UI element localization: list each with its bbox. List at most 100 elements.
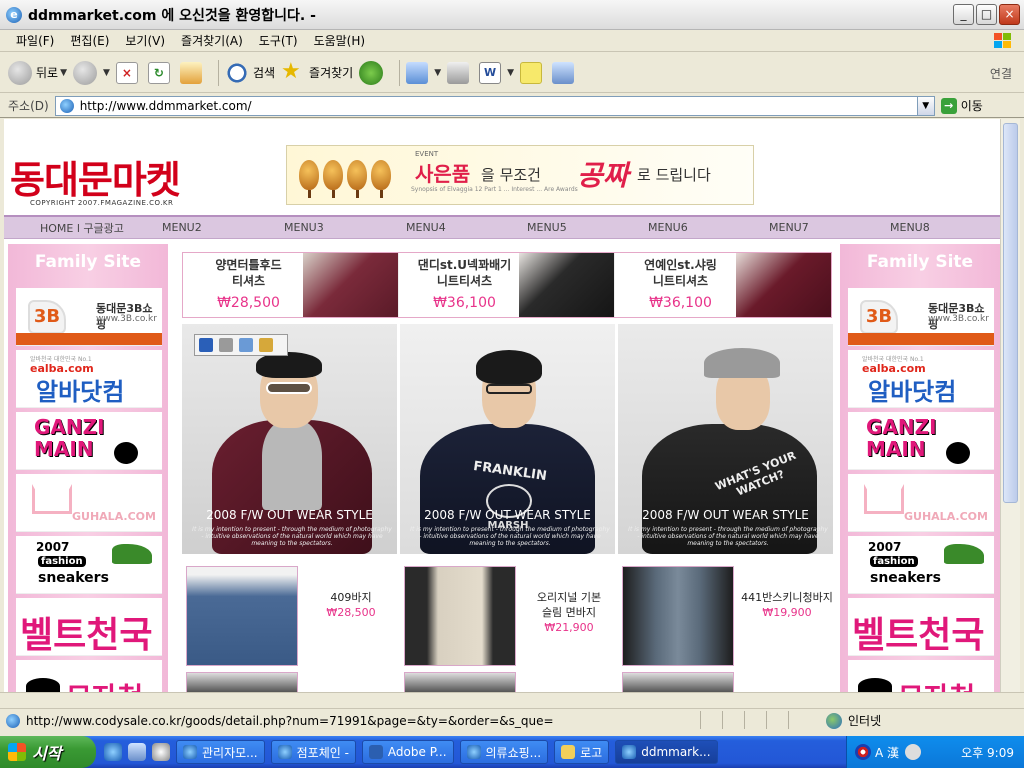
address-input[interactable]: http://www.ddmmarket.com/ ▼: [54, 95, 935, 116]
featured-product[interactable]: 연예인st.샤링 니트티셔츠 ₩36,100: [615, 253, 831, 317]
ie-quicklaunch-icon[interactable]: [104, 743, 122, 761]
ad-3b-shopping[interactable]: 3B 동대문3B쇼핑 www.3B.co.kr: [848, 288, 994, 346]
forward-dropdown-icon[interactable]: ▼: [103, 68, 110, 78]
product-photo: [404, 566, 516, 666]
mail-button[interactable]: ▼: [406, 61, 441, 84]
task-clothing[interactable]: 의류쇼핑...: [459, 740, 549, 764]
outerwear-product[interactable]: FRANKLIN MARSH 2008 F/W OUT WEAR STYLE I…: [400, 324, 615, 554]
ad-guhala-name: GUHALA.COM: [904, 510, 988, 523]
ad-ganzi[interactable]: GANZI MAIN: [16, 412, 162, 470]
ad-ganzi-name: GANZI MAIN: [34, 415, 105, 461]
close-button[interactable]: ×: [999, 4, 1020, 25]
site-logo[interactable]: 동대문마켓: [10, 149, 181, 204]
links-label[interactable]: 연결: [990, 65, 1012, 82]
product-photo[interactable]: [404, 672, 516, 692]
banner-free-text: 공짜: [577, 159, 629, 192]
nav-menu8[interactable]: MENU8: [890, 221, 930, 234]
ad-belt[interactable]: 벨트천국: [848, 598, 994, 656]
product-caption-small: It is my intention to present - through …: [628, 526, 828, 547]
edit-dropdown-icon[interactable]: ▼: [507, 68, 514, 78]
task-logo[interactable]: 로고: [554, 740, 610, 764]
product-photo: [186, 566, 298, 666]
nav-menu2[interactable]: MENU2: [162, 221, 202, 234]
nav-menu3[interactable]: MENU3: [284, 221, 324, 234]
event-banner[interactable]: EVENT 사은품 을 무조건 공짜 로 드립니다 Synopsis of El…: [286, 145, 754, 205]
scrollbar-thumb[interactable]: [1003, 123, 1018, 503]
go-button[interactable]: → 이동: [940, 97, 983, 114]
menu-view[interactable]: 보기(V): [117, 32, 173, 49]
home-button[interactable]: [179, 61, 206, 84]
history-button[interactable]: [359, 60, 387, 85]
hat-icon: [26, 678, 60, 692]
ad-alba[interactable]: 알바천국 대한민국 No.1 ealba.com 알바닷컴: [848, 350, 994, 408]
open-folder-icon[interactable]: [259, 338, 273, 352]
menu-file[interactable]: 파일(F): [8, 32, 62, 49]
window-controls: _ □ ×: [953, 4, 1020, 25]
task-ddmmarket[interactable]: ddmmark...: [615, 740, 718, 764]
site-nav: HOME l 구글광고 MENU2 MENU3 MENU4 MENU5 MENU…: [4, 215, 1000, 239]
ad-alba[interactable]: 알바천국 대한민국 No.1 ealba.com 알바닷컴: [16, 350, 162, 408]
messenger-button[interactable]: [552, 61, 578, 84]
nav-menu4[interactable]: MENU4: [406, 221, 446, 234]
tray-arrow-icon[interactable]: [905, 744, 922, 760]
media-quicklaunch-icon[interactable]: [152, 743, 170, 761]
featured-product[interactable]: 양면터틀후드 티셔츠 ₩28,500: [183, 253, 399, 317]
maximize-button[interactable]: □: [976, 4, 997, 25]
ad-3b-shopping[interactable]: 3B 동대문3B쇼핑 www.3B.co.kr: [16, 288, 162, 346]
ad-sneakers[interactable]: 2007 fashion sneakers: [848, 536, 994, 594]
pants-product[interactable]: 오리지널 기본 슬림 면바지 ₩21,900: [400, 566, 616, 666]
ad-sneakers[interactable]: 2007 fashion sneakers: [16, 536, 162, 594]
ad-hat[interactable]: 모자천국: [848, 660, 994, 692]
task-admin[interactable]: 관리자모...: [176, 740, 265, 764]
mail-dropdown-icon[interactable]: ▼: [434, 68, 441, 78]
menu-favorites[interactable]: 즐겨찾기(A): [173, 32, 251, 49]
outerwear-product[interactable]: WHAT'S YOUR WATCH? 2008 F/W OUT WEAR STY…: [618, 324, 833, 554]
menu-help[interactable]: 도움말(H): [306, 32, 374, 49]
print-button[interactable]: [447, 61, 473, 84]
save-image-icon[interactable]: [199, 338, 213, 352]
product-photo: [519, 253, 614, 317]
hat-icon: [858, 678, 892, 692]
start-button[interactable]: 시작: [0, 736, 96, 768]
korea-flag-icon[interactable]: [855, 744, 871, 760]
menu-edit[interactable]: 편집(E): [62, 32, 117, 49]
product-photo[interactable]: [186, 672, 298, 692]
address-dropdown-icon[interactable]: ▼: [916, 96, 934, 115]
menu-tools[interactable]: 도구(T): [251, 32, 306, 49]
favorites-button[interactable]: ★ 즐겨찾기: [281, 60, 353, 85]
task-chain[interactable]: 점포체인 -: [270, 740, 356, 764]
nav-home[interactable]: HOME l 구글광고: [40, 220, 124, 236]
pants-product[interactable]: 409바지 ₩28,500: [182, 566, 398, 666]
ad-hat[interactable]: 모자천국: [16, 660, 162, 692]
desktop-quicklaunch-icon[interactable]: [128, 743, 146, 761]
ime-indicator[interactable]: A 漢: [875, 744, 899, 761]
notes-button[interactable]: [520, 61, 546, 84]
stop-button[interactable]: ×: [115, 61, 142, 84]
forward-button[interactable]: ▼: [73, 60, 110, 85]
print-image-icon[interactable]: [219, 338, 233, 352]
task-adobe[interactable]: Adobe P...: [361, 740, 454, 764]
ad-guhala[interactable]: GUHALA.COM: [848, 474, 994, 532]
email-image-icon[interactable]: [239, 338, 253, 352]
task-label: 로고: [580, 745, 603, 760]
note-icon: [520, 61, 543, 84]
featured-product[interactable]: 댄디st.U넥꽈배기 니트티셔츠 ₩36,100: [399, 253, 615, 317]
ganzi-mascot-icon: [946, 442, 970, 464]
back-dropdown-icon[interactable]: ▼: [60, 68, 67, 78]
ad-belt[interactable]: 벨트천국: [16, 598, 162, 656]
ad-ganzi[interactable]: GANZI MAIN: [848, 412, 994, 470]
edit-button[interactable]: W ▼: [479, 61, 514, 84]
outerwear-product[interactable]: 2008 F/W OUT WEAR STYLE It is my intenti…: [182, 324, 397, 554]
go-label: 이동: [960, 99, 983, 113]
nav-menu6[interactable]: MENU6: [648, 221, 688, 234]
back-button[interactable]: 뒤로 ▼: [8, 60, 67, 85]
refresh-button[interactable]: ↻: [147, 61, 174, 84]
nav-menu5[interactable]: MENU5: [527, 221, 567, 234]
vertical-scrollbar[interactable]: [1000, 119, 1020, 692]
product-photo[interactable]: [622, 672, 734, 692]
ad-guhala[interactable]: GUHALA.COM: [16, 474, 162, 532]
pants-product[interactable]: 441반스키니청바지 ₩19,900: [618, 566, 834, 666]
minimize-button[interactable]: _: [953, 4, 974, 25]
search-button[interactable]: 검색: [224, 60, 275, 85]
nav-menu7[interactable]: MENU7: [769, 221, 809, 234]
